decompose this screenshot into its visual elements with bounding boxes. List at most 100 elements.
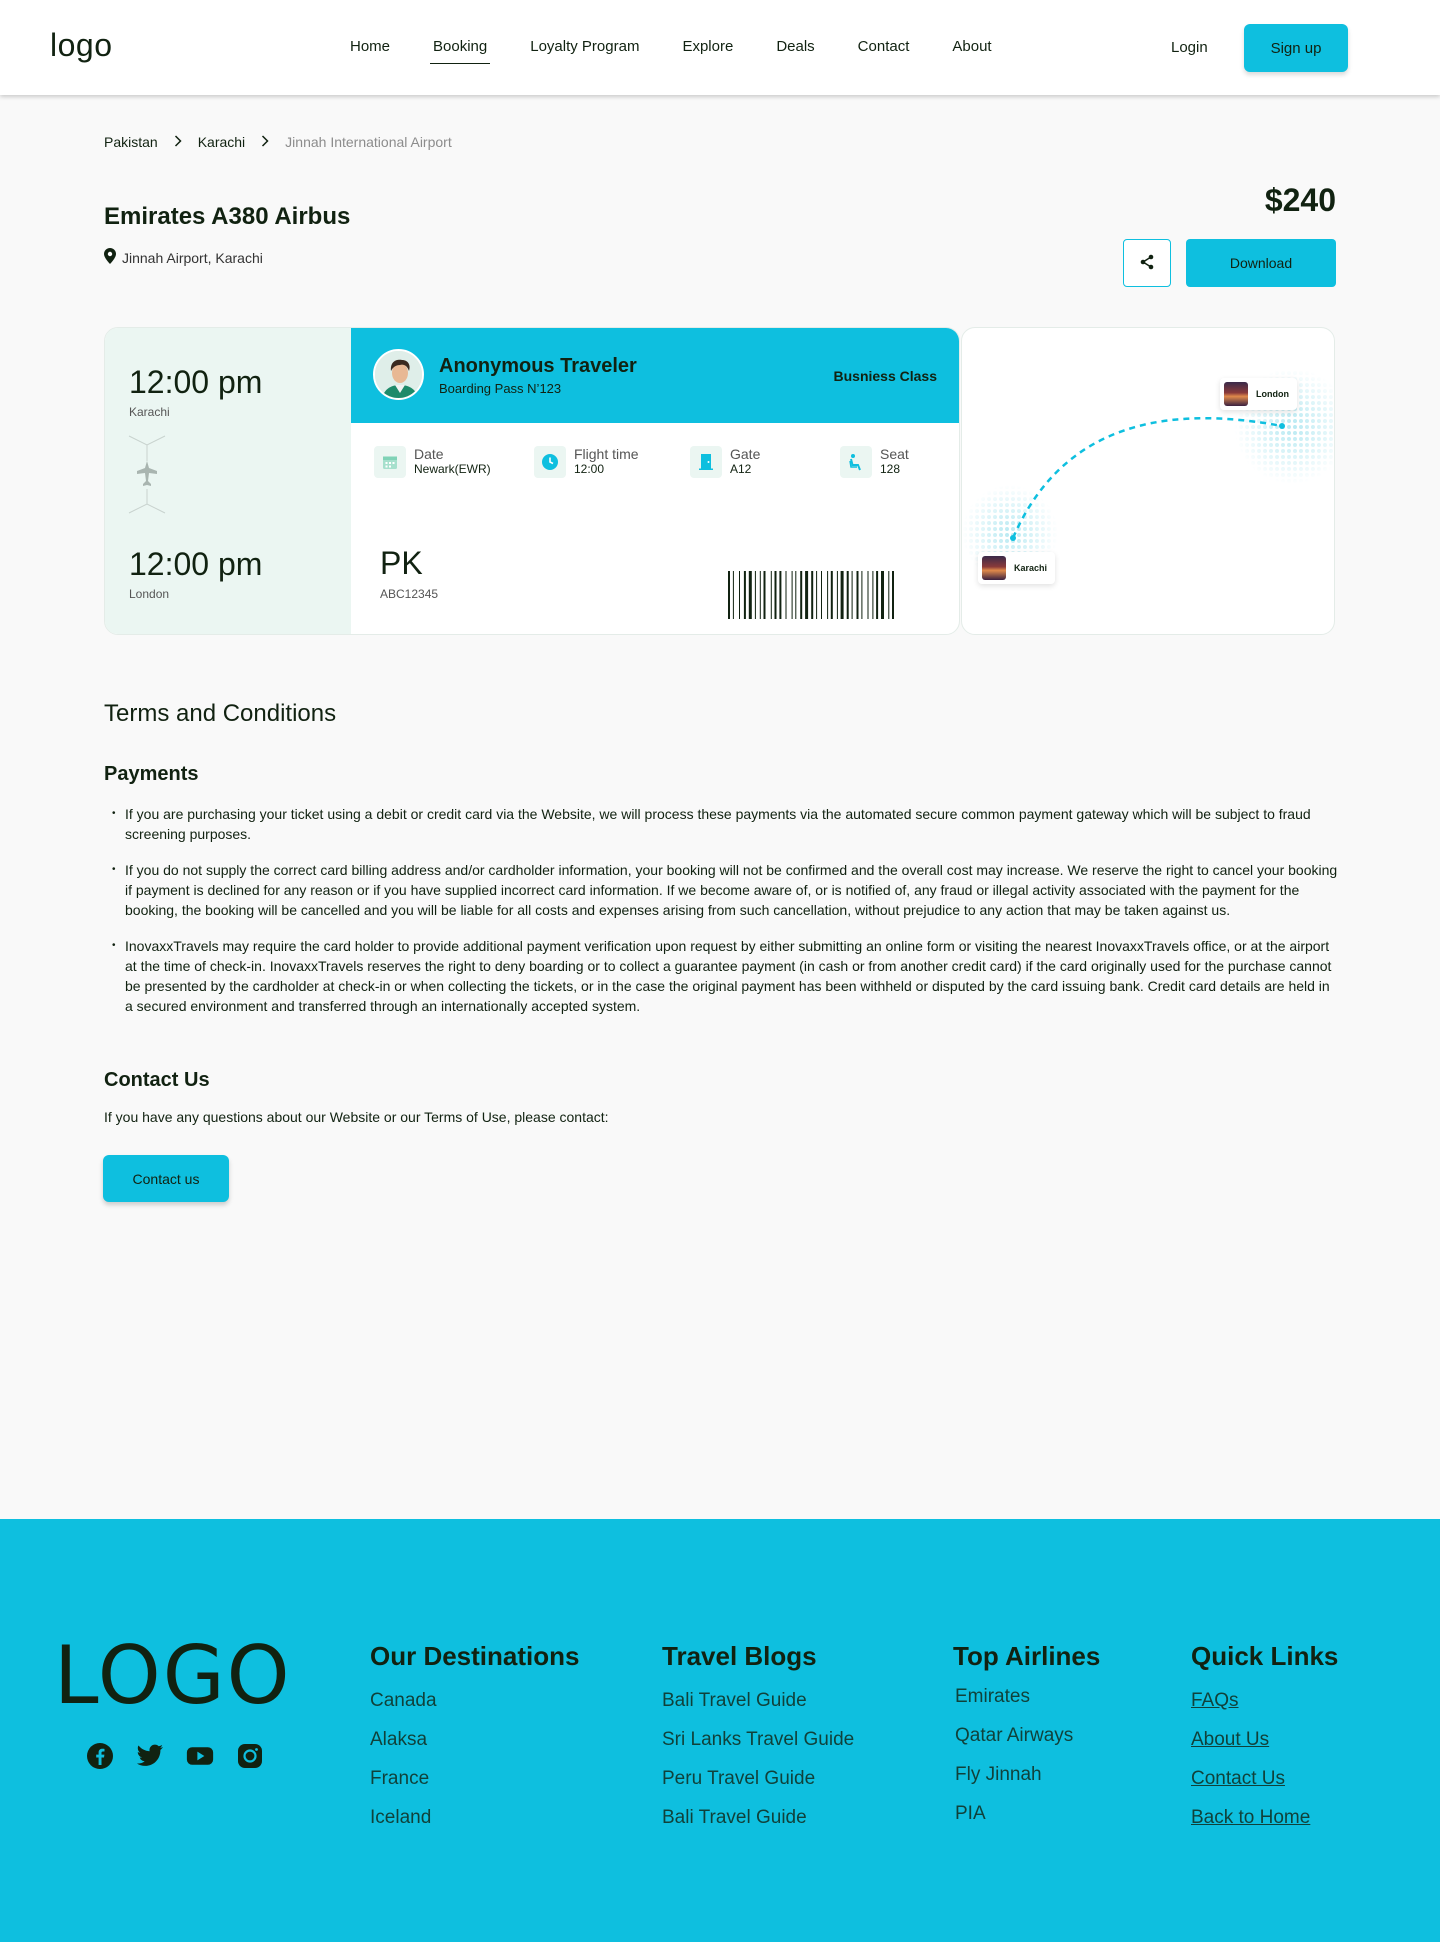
breadcrumb-item-city[interactable]: Karachi [198, 134, 245, 150]
download-button[interactable]: Download [1186, 239, 1336, 287]
nav-link-contact[interactable]: Contact [858, 38, 910, 55]
map-pin-london[interactable]: London [1220, 378, 1297, 410]
city-thumbnail [1224, 382, 1248, 406]
ticket-header: Anonymous Traveler Boarding Pass N’123 B… [351, 328, 959, 423]
footer-link[interactable]: PIA [955, 1803, 1100, 1825]
date-value: Newark(EWR) [414, 462, 491, 476]
nav-link-about[interactable]: About [952, 38, 991, 55]
list-item: InovaxxTravels may require the card hold… [112, 936, 1340, 1016]
footer: LOGO Our Destinations Canada Alaksa Fran… [0, 1519, 1440, 1942]
payment-terms-list: If you are purchasing your ticket using … [112, 804, 1340, 1032]
flight-price: $240 [1264, 182, 1336, 218]
share-button[interactable] [1123, 239, 1171, 287]
footer-link[interactable]: Fly Jinnah [955, 1764, 1100, 1786]
nav-link-booking[interactable]: Booking [430, 38, 491, 64]
signup-button[interactable]: Sign up [1244, 24, 1348, 72]
footer-quick-links: Quick Links FAQs About Us Contact Us Bac… [1191, 1641, 1338, 1846]
footer-link-about[interactable]: About Us [1191, 1729, 1338, 1751]
clock-icon [534, 446, 566, 478]
info-date: Date Newark(EWR) [374, 446, 491, 478]
footer-airlines: Top Airlines Emirates Qatar Airways Fly … [953, 1641, 1100, 1842]
departure-city: Karachi [129, 405, 170, 419]
breadcrumb-item-country[interactable]: Pakistan [104, 134, 158, 150]
contact-text: If you have any questions about our Webs… [104, 1109, 609, 1125]
arrival-time: 12:00 pm [129, 546, 263, 582]
map-pin-label: London [1256, 389, 1289, 399]
instagram-icon[interactable] [236, 1742, 264, 1770]
breadcrumb: Pakistan Karachi Jinnah International Ai… [104, 134, 452, 150]
nav-link-home[interactable]: Home [350, 38, 390, 55]
payments-heading: Payments [104, 763, 199, 785]
info-flight-time: Flight time 12:00 [534, 446, 639, 478]
info-gate: Gate A12 [690, 446, 760, 478]
footer-link[interactable]: Bali Travel Guide [662, 1690, 854, 1712]
door-icon [690, 446, 722, 478]
share-icon [1139, 254, 1155, 273]
city-thumbnail [982, 556, 1006, 580]
footer-link[interactable]: France [370, 1768, 579, 1790]
flight-time-value: 12:00 [574, 462, 605, 476]
gate-label: Gate [730, 446, 761, 462]
top-nav: logo Home Booking Loyalty Program Explor… [0, 0, 1440, 95]
youtube-icon[interactable] [186, 1742, 214, 1770]
breadcrumb-item-airport: Jinnah International Airport [285, 134, 452, 150]
arrival-city: London [129, 587, 170, 601]
nav-links: Home Booking Loyalty Program Explore Dea… [350, 38, 1035, 64]
boarding-pass-card: 12:00 pm Karachi 12:00 pm London Anonymo… [104, 327, 960, 635]
seat-icon [840, 446, 872, 478]
footer-link[interactable]: Alaksa [370, 1729, 579, 1751]
contact-us-button[interactable]: Contact us [103, 1155, 229, 1202]
chevron-right-icon [261, 134, 269, 150]
footer-column-title: Our Destinations [370, 1641, 580, 1671]
social-links [86, 1742, 264, 1770]
chevron-right-icon [174, 134, 182, 150]
date-label: Date [414, 446, 444, 462]
footer-link[interactable]: Iceland [370, 1807, 579, 1829]
route-plane-icon [127, 431, 167, 536]
list-item: If you do not supply the correct card bi… [112, 860, 1340, 920]
ticket-times-panel: 12:00 pm Karachi 12:00 pm London [105, 328, 351, 634]
footer-link[interactable]: Canada [370, 1690, 579, 1712]
footer-link-faqs[interactable]: FAQs [1191, 1690, 1338, 1712]
footer-link-contact[interactable]: Contact Us [1191, 1768, 1338, 1790]
route-map: London Karachi [961, 327, 1335, 635]
traveler-name: Anonymous Traveler [439, 355, 637, 377]
flight-title: Emirates A380 Airbus [104, 203, 351, 230]
ticket-code: PK [380, 545, 423, 581]
contact-heading: Contact Us [104, 1069, 210, 1091]
footer-link[interactable]: Peru Travel Guide [662, 1768, 854, 1790]
footer-logo[interactable]: LOGO [54, 1636, 292, 1716]
facebook-icon[interactable] [86, 1742, 114, 1770]
footer-column-title: Top Airlines [953, 1641, 1101, 1671]
flight-time-label: Flight time [574, 446, 639, 462]
route-map-graphic [962, 368, 1334, 583]
flight-location-text: Jinnah Airport, Karachi [122, 249, 263, 266]
boarding-pass-number: Boarding Pass N’123 [439, 381, 562, 396]
ticket-code-sub: ABC12345 [380, 587, 439, 601]
departure-time: 12:00 pm [129, 364, 263, 400]
footer-column-title: Travel Blogs [662, 1641, 817, 1671]
footer-link[interactable]: Bali Travel Guide [662, 1807, 854, 1829]
nav-logo[interactable]: logo [50, 27, 113, 64]
map-pin-karachi[interactable]: Karachi [978, 552, 1056, 584]
barcode [728, 571, 944, 624]
footer-destinations: Our Destinations Canada Alaksa France Ic… [370, 1641, 579, 1846]
map-pin-label: Karachi [1014, 563, 1048, 573]
nav-link-explore[interactable]: Explore [682, 38, 733, 55]
nav-link-deals[interactable]: Deals [776, 38, 814, 55]
info-seat: Seat 128 [840, 446, 909, 478]
gate-value: A12 [730, 462, 752, 476]
terms-heading: Terms and Conditions [104, 700, 337, 727]
avatar [373, 349, 424, 400]
footer-link[interactable]: Sri Lanks Travel Guide [662, 1729, 854, 1751]
footer-link[interactable]: Emirates [955, 1686, 1100, 1708]
footer-blogs: Travel Blogs Bali Travel Guide Sri Lanks… [662, 1641, 854, 1846]
footer-link-home[interactable]: Back to Home [1191, 1807, 1338, 1829]
flight-location: Jinnah Airport, Karachi [104, 248, 263, 267]
nav-link-loyalty[interactable]: Loyalty Program [530, 38, 639, 55]
footer-link[interactable]: Qatar Airways [955, 1725, 1100, 1747]
login-link[interactable]: Login [1171, 39, 1208, 56]
seat-value: 128 [880, 462, 901, 476]
twitter-icon[interactable] [136, 1742, 164, 1770]
location-pin-icon [104, 248, 122, 267]
